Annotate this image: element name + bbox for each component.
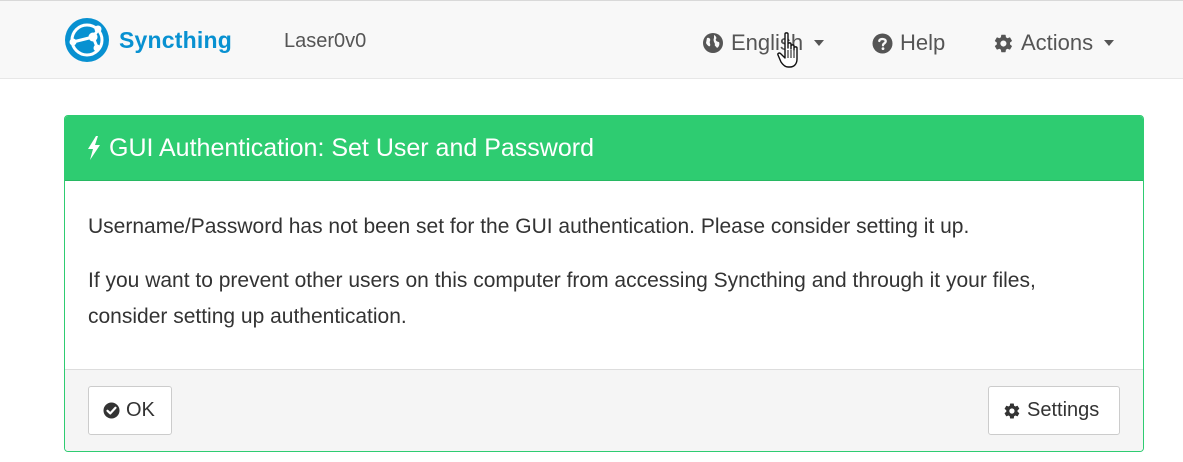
check-circle-icon: [103, 402, 120, 419]
gui-auth-notice-panel: GUI Authentication: Set User and Passwor…: [64, 115, 1144, 452]
gear-icon: [994, 34, 1012, 52]
bolt-icon: [88, 136, 100, 160]
panel-heading: GUI Authentication: Set User and Passwor…: [65, 116, 1143, 181]
brand-name: Syncthing: [119, 26, 232, 53]
help-link[interactable]: Help: [872, 28, 945, 58]
chevron-down-icon: [814, 40, 825, 46]
device-name: Laser0v0: [284, 30, 367, 52]
notice-paragraph: Username/Password has not been set for t…: [88, 215, 970, 238]
actions-label: Actions: [1021, 30, 1094, 55]
ok-button-label: OK: [126, 399, 155, 421]
gear-icon: [1004, 402, 1020, 419]
actions-menu[interactable]: Actions: [993, 28, 1115, 58]
help-label: Help: [900, 30, 946, 55]
notice-paragraph: If you want to prevent other users on th…: [88, 269, 1036, 328]
language-label: English: [731, 30, 804, 55]
syncthing-logo-icon: [65, 18, 109, 62]
question-circle-icon: [872, 33, 893, 53]
panel-footer: OK Settings: [65, 369, 1143, 451]
panel-title: GUI Authentication: Set User and Passwor…: [109, 133, 594, 162]
brand-link[interactable]: Syncthing: [63, 15, 232, 65]
settings-button-label: Settings: [1027, 399, 1100, 421]
language-menu[interactable]: English: [702, 28, 825, 58]
panel-body: Username/Password has not been set for t…: [65, 181, 1143, 370]
settings-button[interactable]: Settings: [988, 386, 1120, 435]
ok-button[interactable]: OK: [88, 386, 172, 435]
chevron-down-icon: [1104, 40, 1115, 46]
globe-icon: [703, 33, 723, 53]
top-navbar: Syncthing Laser0v0 English Help Actions: [0, 0, 1183, 79]
